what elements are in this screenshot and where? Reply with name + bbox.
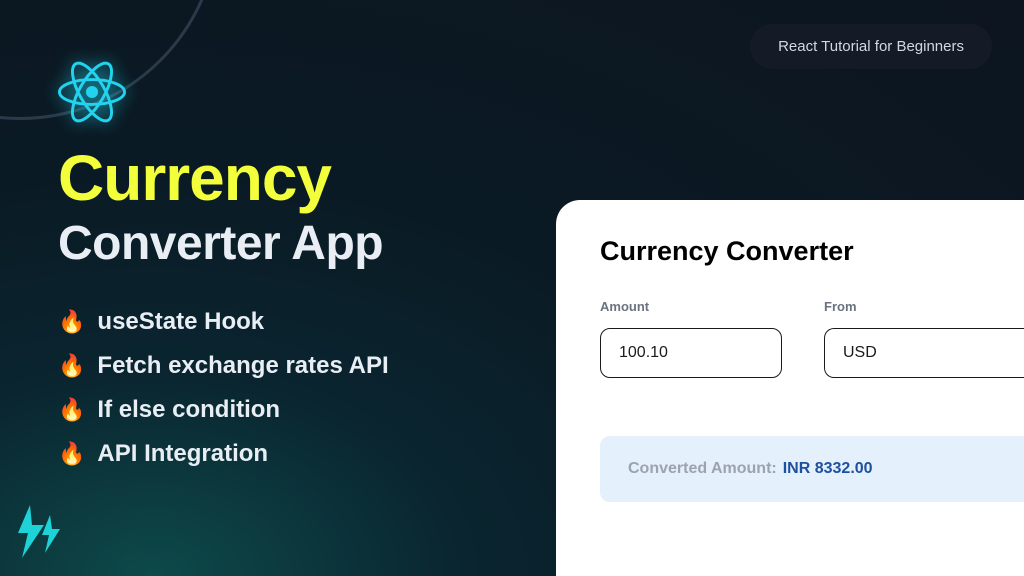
from-field-group: From <box>824 299 1024 378</box>
fire-icon: 🔥 <box>58 441 85 467</box>
title-line-1: Currency <box>58 146 383 210</box>
amount-input[interactable] <box>600 328 782 378</box>
amount-label: Amount <box>600 299 782 314</box>
feature-item: 🔥 Fetch exchange rates API <box>58 352 389 380</box>
page-title: Currency Converter App <box>58 146 383 271</box>
result-label: Converted Amount: <box>628 460 777 478</box>
feature-list: 🔥 useState Hook 🔥 Fetch exchange rates A… <box>58 308 389 468</box>
result-box: Converted Amount: INR 8332.00 <box>600 436 1024 502</box>
fire-icon: 🔥 <box>58 309 85 335</box>
card-heading: Currency Converter <box>600 236 1024 267</box>
from-label: From <box>824 299 1024 314</box>
form-row: Amount From <box>600 299 1024 378</box>
feature-text: Fetch exchange rates API <box>97 352 388 380</box>
feature-text: API Integration <box>97 440 268 468</box>
converter-card: Currency Converter Amount From Converted… <box>556 200 1024 576</box>
tutorial-badge: React Tutorial for Beginners <box>750 24 992 69</box>
feature-item: 🔥 API Integration <box>58 440 389 468</box>
fire-icon: 🔥 <box>58 353 85 379</box>
feature-item: 🔥 If else condition <box>58 396 389 424</box>
feature-item: 🔥 useState Hook <box>58 308 389 336</box>
title-line-2: Converter App <box>58 216 383 271</box>
feature-text: useState Hook <box>97 308 264 336</box>
feature-text: If else condition <box>97 396 280 424</box>
badge-text: React Tutorial for Beginners <box>778 38 964 55</box>
from-currency-select[interactable] <box>824 328 1024 378</box>
lightning-bolt-icon <box>12 503 62 568</box>
result-value: INR 8332.00 <box>783 460 873 478</box>
fire-icon: 🔥 <box>58 397 85 423</box>
react-icon <box>58 58 126 126</box>
amount-field-group: Amount <box>600 299 782 378</box>
